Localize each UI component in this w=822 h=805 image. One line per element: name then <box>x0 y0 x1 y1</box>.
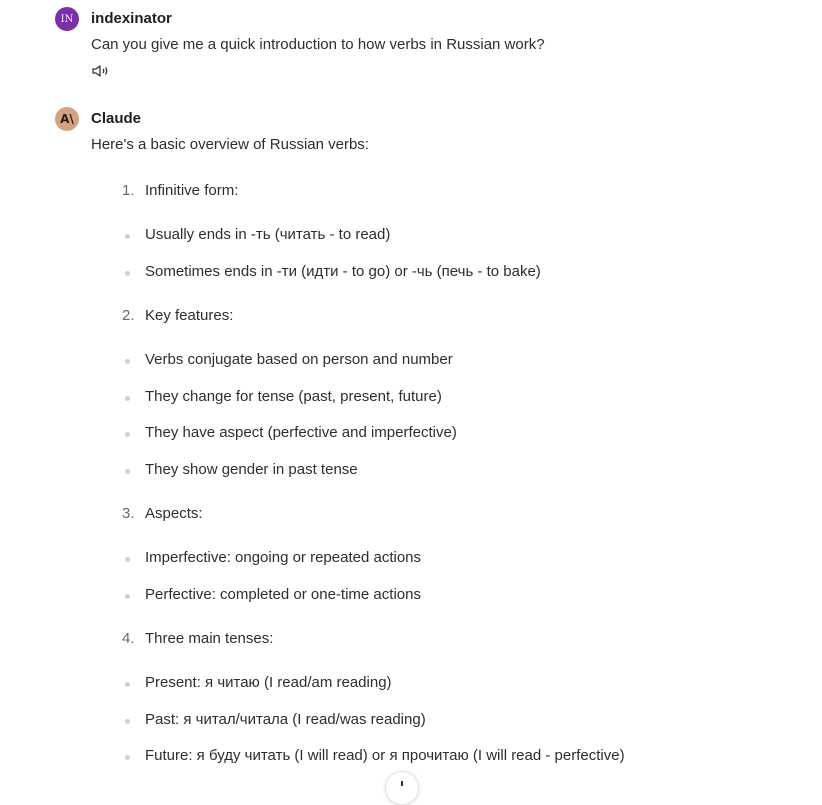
bullet-dot <box>125 432 130 437</box>
item-number: 3. <box>122 505 135 522</box>
scroll-to-bottom-button[interactable] <box>385 771 419 805</box>
bullet-dot <box>125 234 130 239</box>
bullet-dot <box>125 682 130 687</box>
arrow-down-icon <box>401 781 403 786</box>
bullet-dot <box>125 557 130 562</box>
bullet-text: Imperfective: ongoing or repeated action… <box>145 549 421 566</box>
assistant-intro-text: Here's a basic overview of Russian verbs… <box>91 136 369 153</box>
bullet-text: Present: я читаю (I read/am reading) <box>145 674 392 691</box>
bullet-dot <box>125 469 130 474</box>
user-avatar-initials: IN <box>60 13 74 25</box>
assistant-avatar: A\ <box>55 107 79 131</box>
bullet-text: Past: я читал/читала (I read/was reading… <box>145 711 426 728</box>
bullet-text: Sometimes ends in -ти (идти - to go) or … <box>145 263 541 280</box>
bullet-text: Perfective: completed or one-time action… <box>145 586 421 603</box>
bullet-text: They have aspect (perfective and imperfe… <box>145 424 457 441</box>
bullet-text: They show gender in past tense <box>145 461 358 478</box>
bullet-dot <box>125 594 130 599</box>
speaker-icon[interactable] <box>91 63 111 79</box>
bullet-dot <box>125 719 130 724</box>
item-number: 1. <box>122 182 135 199</box>
item-title: Aspects: <box>145 505 203 522</box>
item-title: Three main tenses: <box>145 630 274 647</box>
bullet-dot <box>125 271 130 276</box>
bullet-dot <box>125 396 130 401</box>
bullet-text: Future: я буду читать (I will read) or я… <box>145 747 625 764</box>
item-title: Key features: <box>145 307 234 324</box>
user-name: indexinator <box>91 10 172 27</box>
assistant-name: Claude <box>91 110 142 127</box>
assistant-avatar-logo: A\ <box>60 112 74 126</box>
bullet-text: They change for tense (past, present, fu… <box>145 388 442 405</box>
item-number: 2. <box>122 307 135 324</box>
user-avatar: IN <box>55 7 79 31</box>
bullet-text: Usually ends in -ть (читать - to read) <box>145 226 391 243</box>
item-number: 4. <box>122 630 135 647</box>
bullet-text: Verbs conjugate based on person and numb… <box>145 351 453 368</box>
bullet-dot <box>125 359 130 364</box>
bullet-dot <box>125 755 130 760</box>
item-title: Infinitive form: <box>145 182 239 199</box>
user-message-text: Can you give me a quick introduction to … <box>91 36 545 53</box>
